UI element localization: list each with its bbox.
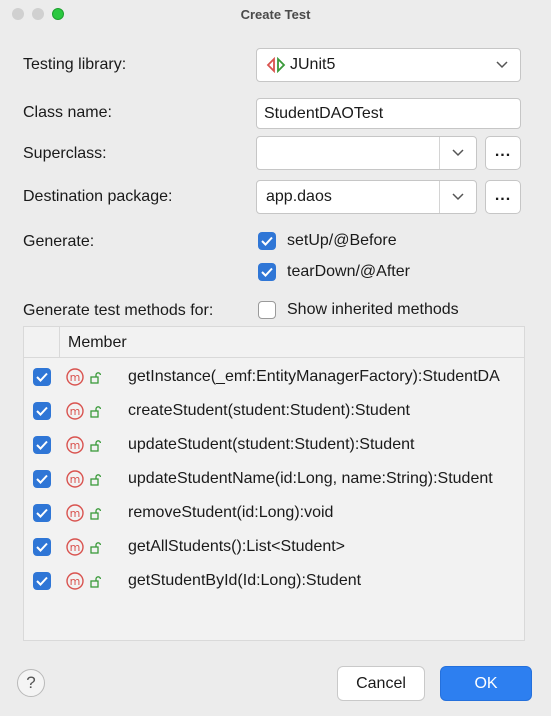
member-signature: getStudentById(Id:Long):Student bbox=[128, 572, 362, 589]
table-row[interactable]: m updateStudent(student:Student):Student bbox=[24, 428, 524, 462]
svg-text:m: m bbox=[70, 473, 81, 486]
window-controls bbox=[12, 8, 64, 20]
table-row[interactable]: m updateStudentName(id:Long, name:String)… bbox=[24, 462, 524, 496]
method-icon: m bbox=[65, 367, 85, 392]
table-row[interactable]: m getAllStudents():List<Student> bbox=[24, 530, 524, 564]
method-icon: m bbox=[65, 469, 85, 494]
public-access-icon bbox=[90, 575, 102, 593]
create-test-dialog: Create Test Testing library: JUnit5 Clas… bbox=[0, 0, 551, 716]
chevron-down-icon bbox=[440, 149, 476, 157]
help-button[interactable]: ? bbox=[17, 669, 45, 697]
window-title: Create Test bbox=[240, 6, 311, 22]
member-signature: updateStudent(student:Student):Student bbox=[128, 436, 415, 453]
member-checkbox[interactable] bbox=[33, 402, 51, 420]
table-row[interactable]: m getInstance(_emf:EntityManagerFactory):… bbox=[24, 360, 524, 394]
method-icon: m bbox=[65, 537, 85, 562]
member-checkbox[interactable] bbox=[33, 368, 51, 386]
setup-label: setUp/@Before bbox=[287, 232, 397, 249]
svg-text:m: m bbox=[70, 439, 81, 452]
member-signature: createStudent(student:Student):Student bbox=[128, 402, 410, 419]
public-access-icon bbox=[90, 439, 102, 457]
public-access-icon bbox=[90, 541, 102, 559]
superclass-label: Superclass: bbox=[23, 145, 107, 162]
testing-library-value: JUnit5 bbox=[290, 56, 336, 73]
chevron-down-icon bbox=[440, 193, 476, 201]
superclass-select[interactable] bbox=[256, 136, 477, 170]
destination-browse-button[interactable]: ... bbox=[485, 180, 521, 214]
member-checkbox[interactable] bbox=[33, 436, 51, 454]
method-icon: m bbox=[65, 571, 85, 596]
setup-option[interactable]: setUp/@Before bbox=[258, 232, 397, 250]
member-signature: getInstance(_emf:EntityManagerFactory):S… bbox=[128, 368, 500, 385]
member-signature: getAllStudents():List<Student> bbox=[128, 538, 346, 555]
member-signature: removeStudent(id:Long):void bbox=[128, 504, 334, 521]
method-icon: m bbox=[65, 401, 85, 426]
member-checkbox[interactable] bbox=[33, 504, 51, 522]
teardown-option[interactable]: tearDown/@After bbox=[258, 263, 410, 281]
title-bar: Create Test bbox=[0, 0, 551, 28]
member-checkbox[interactable] bbox=[33, 572, 51, 590]
class-name-field[interactable]: StudentDAOTest bbox=[256, 98, 521, 129]
member-signature: updateStudentName(id:Long, name:String):… bbox=[128, 470, 493, 487]
svg-text:m: m bbox=[70, 507, 81, 520]
method-icon: m bbox=[65, 503, 85, 528]
zoom-window-button[interactable] bbox=[52, 8, 64, 20]
public-access-icon bbox=[90, 507, 102, 525]
table-header: Member bbox=[24, 327, 524, 358]
public-access-icon bbox=[90, 405, 102, 423]
table-row[interactable]: m removeStudent(id:Long):void bbox=[24, 496, 524, 530]
methods-for-label: Generate test methods for: bbox=[23, 302, 214, 319]
table-row[interactable]: m createStudent(student:Student):Student bbox=[24, 394, 524, 428]
member-column-header[interactable]: Member bbox=[68, 334, 127, 352]
member-checkbox[interactable] bbox=[33, 470, 51, 488]
destination-package-value: app.daos bbox=[266, 188, 332, 205]
svg-text:m: m bbox=[70, 541, 81, 554]
destination-package-select[interactable]: app.daos bbox=[256, 180, 477, 214]
teardown-checkbox[interactable] bbox=[258, 263, 276, 281]
destination-package-label: Destination package: bbox=[23, 188, 173, 205]
svg-text:m: m bbox=[70, 371, 81, 384]
superclass-browse-button[interactable]: ... bbox=[485, 136, 521, 170]
generate-label: Generate: bbox=[23, 233, 95, 250]
cancel-button[interactable]: Cancel bbox=[337, 666, 425, 701]
show-inherited-checkbox[interactable] bbox=[258, 301, 276, 319]
public-access-icon bbox=[90, 371, 102, 389]
setup-checkbox[interactable] bbox=[258, 232, 276, 250]
testing-library-label: Testing library: bbox=[23, 56, 127, 73]
teardown-label: tearDown/@After bbox=[287, 263, 410, 280]
svg-text:m: m bbox=[70, 575, 81, 588]
public-access-icon bbox=[90, 473, 102, 491]
show-inherited-option[interactable]: Show inherited methods bbox=[258, 301, 459, 319]
ok-button[interactable]: OK bbox=[440, 666, 532, 701]
junit-icon bbox=[266, 57, 286, 73]
chevron-down-icon bbox=[484, 61, 520, 69]
testing-library-select[interactable]: JUnit5 bbox=[256, 48, 521, 82]
column-divider bbox=[59, 327, 60, 357]
member-checkbox[interactable] bbox=[33, 538, 51, 556]
class-name-label: Class name: bbox=[23, 104, 112, 121]
close-window-button[interactable] bbox=[12, 8, 24, 20]
svg-text:m: m bbox=[70, 405, 81, 418]
members-table[interactable]: Member m getInstance(_emf:EntityManagerFa… bbox=[23, 326, 525, 641]
method-icon: m bbox=[65, 435, 85, 460]
minimize-window-button[interactable] bbox=[32, 8, 44, 20]
show-inherited-label: Show inherited methods bbox=[287, 301, 459, 318]
table-row[interactable]: m getStudentById(Id:Long):Student bbox=[24, 564, 524, 598]
